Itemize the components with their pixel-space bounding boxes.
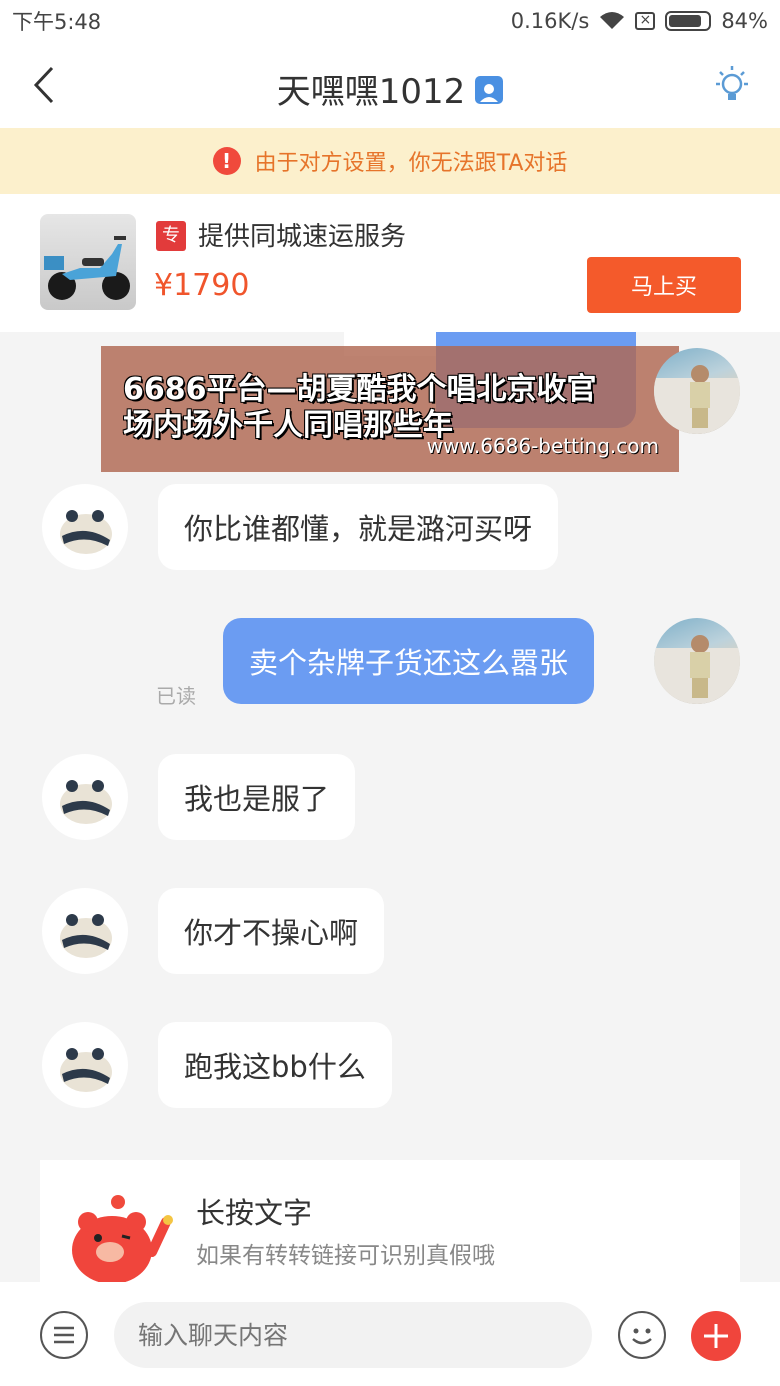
page-title: 天嘿嘿1012 — [276, 72, 466, 112]
title-wrap: 天嘿嘿1012 — [0, 64, 780, 113]
message-bubble-in[interactable]: 你比谁都懂，就是潞河买呀 — [158, 484, 559, 570]
message-text: 跑我这bb什么 — [184, 1050, 366, 1084]
user-avatar[interactable] — [654, 348, 740, 434]
buy-now-button[interactable]: 马上买 — [587, 257, 741, 313]
product-card[interactable]: 专 提供同城速运服务 ¥1790 马上买 — [0, 194, 780, 332]
plus-icon[interactable] — [691, 1311, 741, 1361]
status-time: 下午5:48 — [12, 10, 102, 34]
contact-avatar[interactable] — [42, 484, 128, 570]
message-bubble-out[interactable]: 卖个杂牌子货还这么嚣张 — [223, 618, 595, 704]
notice-text: 由于对方设置，你无法跟TA对话 — [254, 151, 568, 176]
battery-percent: 84% — [721, 9, 768, 33]
no-sim-icon: × — [635, 12, 656, 30]
user-avatar[interactable] — [654, 618, 740, 704]
message-text: 卖个杂牌子货还这么嚣张 — [249, 646, 569, 680]
product-title: 提供同城速运服务 — [198, 222, 407, 252]
status-indicators: 0.16K/s × 84% — [511, 9, 768, 33]
read-status: 已读 — [156, 684, 196, 708]
message-bubble-in[interactable]: 你才不操心啊 — [158, 888, 385, 974]
bulb-icon[interactable] — [712, 64, 752, 106]
wifi-icon — [600, 12, 625, 29]
notice-banner: ! 由于对方设置，你无法跟TA对话 — [0, 128, 780, 194]
verified-icon[interactable] — [475, 75, 504, 104]
watermark-url: www.6686-betting.com — [426, 434, 659, 458]
warning-icon: ! — [212, 147, 241, 175]
menu-icon[interactable] — [40, 1311, 88, 1359]
contact-avatar[interactable] — [42, 888, 128, 974]
contact-avatar[interactable] — [42, 1022, 128, 1108]
emoji-icon[interactable] — [618, 1311, 666, 1359]
watermark-line-2: 场内场外千人同唱那些年 — [123, 408, 453, 443]
status-bar: 下午5:48 0.16K/s × 84% — [0, 0, 780, 42]
input-bar — [0, 1282, 780, 1386]
product-image[interactable] — [40, 214, 136, 310]
message-text: 我也是服了 — [184, 782, 330, 816]
mascot-bear-icon — [72, 1195, 173, 1282]
tip-subtitle: 如果有转转链接可识别真假哦 — [196, 1243, 495, 1269]
exclusive-tag: 专 — [156, 221, 186, 251]
contact-avatar[interactable] — [42, 754, 128, 840]
network-speed: 0.16K/s — [510, 9, 590, 33]
tip-card: 长按文字 如果有转转链接可识别真假哦 — [40, 1160, 740, 1282]
nav-bar: 天嘿嘿1012 — [0, 42, 780, 128]
message-bubble-in[interactable]: 我也是服了 — [158, 754, 356, 840]
watermark-banner: 6686平台—胡夏酷我个唱北京收官 场内场外千人同唱那些年 www.6686-b… — [101, 346, 679, 472]
tip-title: 长按文字 — [196, 1196, 313, 1230]
chat-input[interactable] — [114, 1302, 592, 1368]
message-text: 你比谁都懂，就是潞河买呀 — [184, 512, 533, 546]
product-price: ¥1790 — [154, 268, 250, 303]
chat-area[interactable]: 你比谁都懂，就是潞河买呀 已读 卖个杂牌子货还这么嚣张 我也是服了 你才不操心啊… — [0, 332, 780, 1282]
battery-icon — [665, 11, 712, 31]
message-text: 你才不操心啊 — [184, 916, 359, 950]
message-bubble-in[interactable]: 跑我这bb什么 — [158, 1022, 392, 1108]
